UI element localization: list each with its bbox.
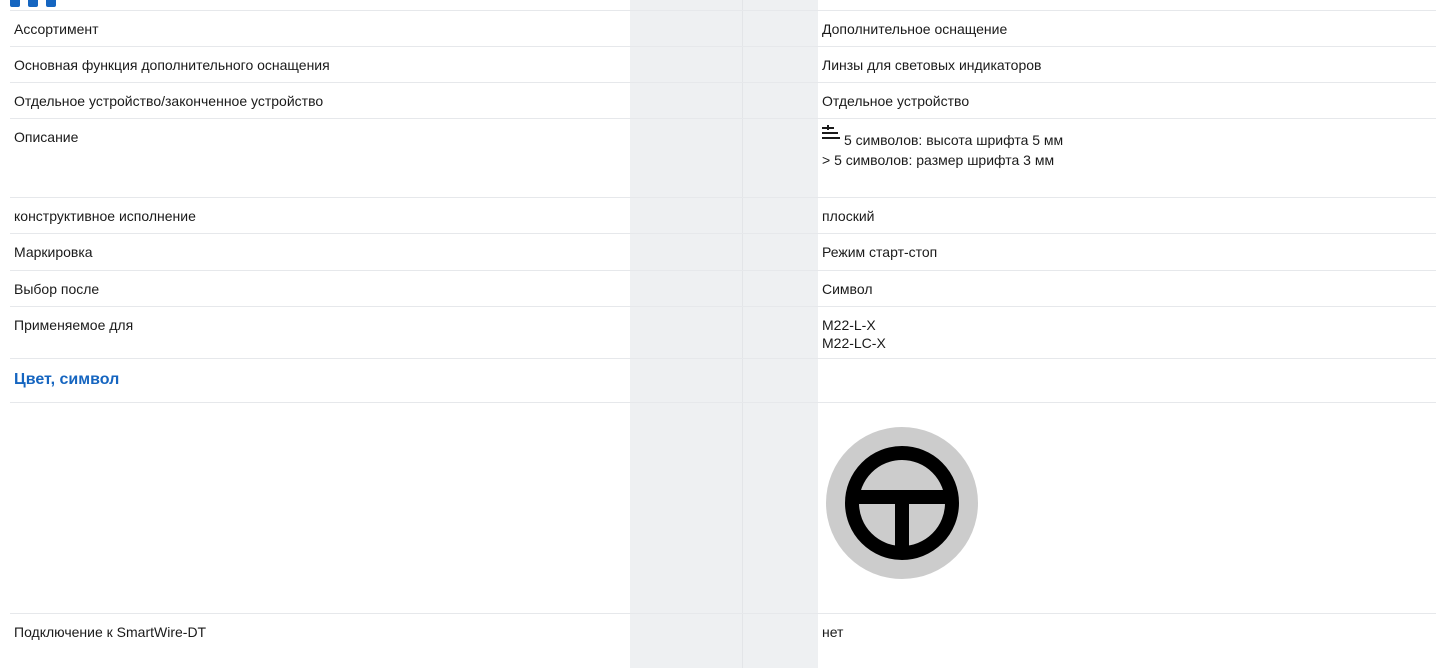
spec-value: Отдельное устройство	[822, 93, 970, 109]
spec-value-multiline: 5 символов: высота шрифта 5 мм > 5 симво…	[822, 125, 1063, 169]
spec-row: Ассортимент Дополнительное оснащение	[10, 10, 1436, 47]
text-lines-icon	[822, 125, 840, 145]
spec-row: Основная функция дополнительного оснащен…	[10, 47, 1436, 83]
spec-row: Выбор после Символ	[10, 271, 1436, 307]
start-stop-symbol-icon	[826, 427, 978, 579]
spec-label: Основная функция дополнительного оснащен…	[14, 57, 330, 73]
spec-label: Ассортимент	[14, 21, 99, 37]
spec-table: Ассортимент Дополнительное оснащение Осн…	[10, 10, 1436, 647]
spec-row: Подключение к SmartWire-DT нет	[10, 614, 1436, 647]
spec-label: Маркировка	[14, 244, 93, 260]
spec-value: плоский	[822, 208, 875, 224]
spec-value: нет	[822, 624, 844, 640]
spec-label: Применяемое для	[14, 317, 134, 333]
spec-value-multiline: M22-L-X M22-LC-X	[822, 316, 886, 352]
product-spec-page: Ассортимент Дополнительное оснащение Осн…	[0, 0, 1436, 668]
spec-row: Отдельное устройство/законченное устройс…	[10, 83, 1436, 119]
description-line: > 5 символов: размер шрифта 3 мм	[822, 152, 1055, 168]
spec-label: Подключение к SmartWire-DT	[14, 624, 207, 640]
spec-value: Дополнительное оснащение	[822, 21, 1008, 37]
applies-to-item: M22-L-X	[822, 317, 876, 333]
spec-value: Символ	[822, 281, 873, 297]
symbol-row	[10, 403, 1436, 614]
applies-to-item: M22-LC-X	[822, 335, 886, 351]
spec-label: Отдельное устройство/законченное устройс…	[14, 93, 324, 109]
spec-label: Выбор после	[14, 281, 100, 297]
section-title: Цвет, символ	[14, 371, 120, 388]
spec-row: конструктивное исполнение плоский	[10, 198, 1436, 234]
description-line: 5 символов: высота шрифта 5 мм	[844, 132, 1064, 148]
spec-row: Маркировка Режим старт-стоп	[10, 234, 1436, 271]
spec-value: Линзы для световых индикаторов	[822, 57, 1042, 73]
spec-value: Режим старт-стоп	[822, 244, 938, 260]
spec-label: Описание	[14, 129, 79, 145]
header-decoration	[10, 0, 80, 8]
spec-row: Применяемое для M22-L-X M22-LC-X	[10, 307, 1436, 359]
spec-row: Описание 5 символов: высота шрифта 5 мм …	[10, 119, 1436, 198]
section-header-row: Цвет, символ	[10, 359, 1436, 403]
spec-label: конструктивное исполнение	[14, 208, 196, 224]
